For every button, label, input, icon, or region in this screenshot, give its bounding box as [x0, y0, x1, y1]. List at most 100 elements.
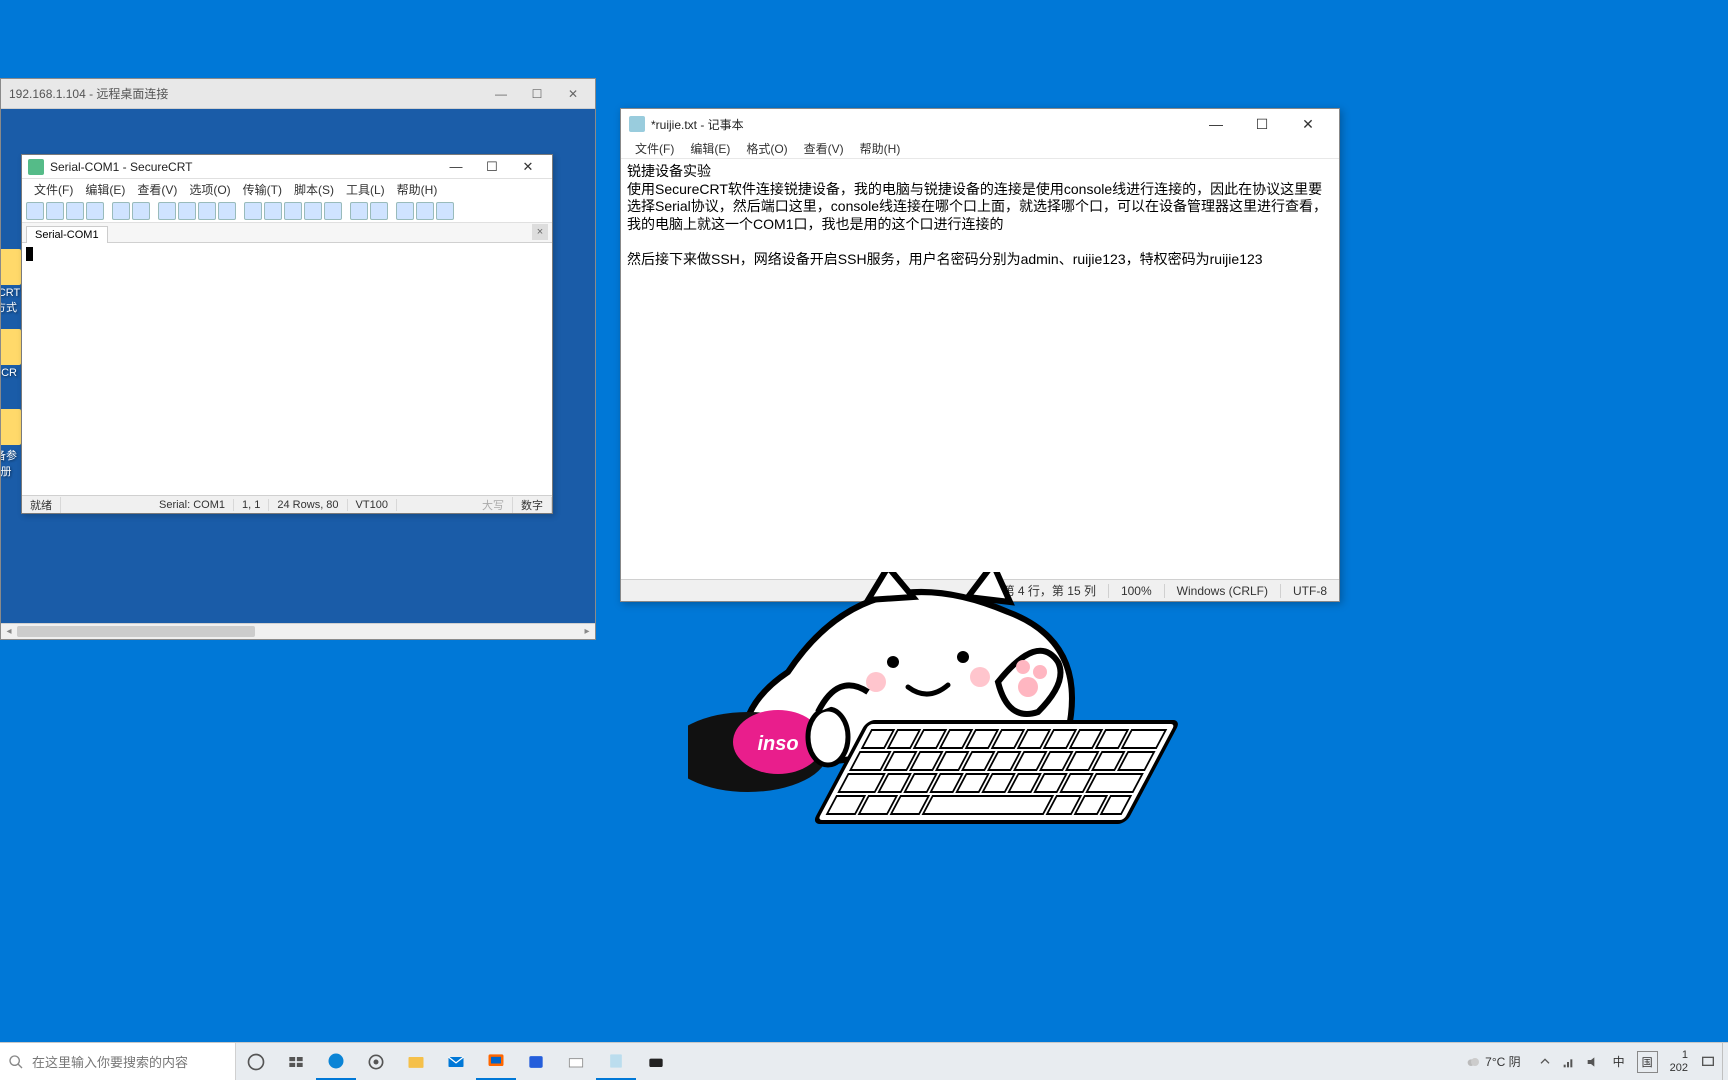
search-placeholder: 在这里输入你要搜索的内容: [32, 1052, 188, 1071]
toolbar-icon[interactable]: [324, 202, 342, 220]
show-desktop-button[interactable]: [1722, 1043, 1728, 1080]
ime-language[interactable]: 中: [1609, 1051, 1629, 1072]
menu-tools[interactable]: 工具(L): [340, 181, 391, 198]
volume-icon[interactable]: [1585, 1054, 1601, 1070]
minimize-button[interactable]: —: [438, 156, 474, 178]
menu-script[interactable]: 脚本(S): [288, 181, 340, 198]
notepad-text-area[interactable]: 锐捷设备实验 使用SecureCRT软件连接锐捷设备，我的电脑与锐捷设备的连接是…: [625, 161, 1335, 579]
status-zoom: 100%: [1108, 584, 1164, 598]
taskbar-app-mail[interactable]: [436, 1043, 476, 1080]
session-tab[interactable]: Serial-COM1: [26, 226, 108, 243]
scroll-thumb[interactable]: [17, 626, 255, 637]
task-view-button[interactable]: [236, 1043, 276, 1080]
close-button[interactable]: ✕: [555, 81, 591, 107]
status-encoding: UTF-8: [1280, 584, 1339, 598]
menu-edit[interactable]: 编辑(E): [79, 181, 131, 198]
securecrt-menubar[interactable]: 文件(F) 编辑(E) 查看(V) 选项(O) 传输(T) 脚本(S) 工具(L…: [22, 179, 552, 199]
terminal-area[interactable]: [24, 245, 550, 495]
tab-close-icon[interactable]: ×: [532, 224, 548, 240]
menu-options[interactable]: 选项(O): [183, 181, 236, 198]
securecrt-toolbar: [22, 199, 552, 223]
toolbar-icon[interactable]: [244, 202, 262, 220]
toolbar-icon[interactable]: [66, 202, 84, 220]
horizontal-scrollbar[interactable]: ◂ ▸: [1, 623, 595, 639]
status-connection: Serial: COM1: [151, 499, 234, 511]
status-num: 数字: [513, 497, 552, 513]
securecrt-window[interactable]: Serial-COM1 - SecureCRT — ☐ ✕ 文件(F) 编辑(E…: [21, 154, 553, 514]
taskbar[interactable]: 在这里输入你要搜索的内容 7°C 阴 中 国 1 202: [0, 1042, 1728, 1080]
notepad-icon: [629, 116, 645, 132]
toolbar-icon[interactable]: [284, 202, 302, 220]
securecrt-title: Serial-COM1 - SecureCRT: [50, 160, 438, 174]
toolbar-icon[interactable]: [416, 202, 434, 220]
menu-help[interactable]: 帮助(H): [852, 140, 909, 157]
menu-format[interactable]: 格式(O): [738, 140, 795, 157]
taskbar-app-bongocat[interactable]: [636, 1043, 676, 1080]
taskbar-search[interactable]: 在这里输入你要搜索的内容: [0, 1043, 236, 1080]
securecrt-titlebar[interactable]: Serial-COM1 - SecureCRT — ☐ ✕: [22, 155, 552, 179]
toolbar-icon[interactable]: [46, 202, 64, 220]
notifications-icon[interactable]: [1700, 1054, 1716, 1070]
system-tray[interactable]: 7°C 阴 中 国 1 202: [1459, 1043, 1722, 1080]
minimize-button[interactable]: —: [483, 81, 519, 107]
status-ready: 就绪: [22, 497, 61, 513]
network-icon[interactable]: [1561, 1054, 1577, 1070]
notepad-window[interactable]: *ruijie.txt - 记事本 — ☐ ✕ 文件(F) 编辑(E) 格式(O…: [620, 108, 1340, 602]
menu-edit[interactable]: 编辑(E): [682, 140, 738, 157]
toolbar-icon[interactable]: [158, 202, 176, 220]
menu-transfer[interactable]: 传输(T): [237, 181, 288, 198]
taskbar-app-edge[interactable]: [316, 1043, 356, 1080]
menu-help[interactable]: 帮助(H): [391, 181, 444, 198]
securecrt-statusbar: 就绪 Serial: COM1 1, 1 24 Rows, 80 VT100 大…: [22, 495, 552, 513]
maximize-button[interactable]: ☐: [474, 156, 510, 178]
shortcut-icon: [1, 249, 21, 285]
status-eol: Windows (CRLF): [1164, 584, 1280, 598]
toolbar-icon[interactable]: [396, 202, 414, 220]
minimize-button[interactable]: —: [1193, 110, 1239, 138]
status-emulation: VT100: [348, 499, 397, 511]
securecrt-icon: [28, 159, 44, 175]
tray-weather[interactable]: 7°C 阴: [1465, 1053, 1528, 1070]
toolbar-icon[interactable]: [350, 202, 368, 220]
taskbar-app-music[interactable]: [556, 1043, 596, 1080]
scroll-left-icon[interactable]: ◂: [1, 624, 17, 640]
chevron-up-icon[interactable]: [1537, 1054, 1553, 1070]
notepad-menubar[interactable]: 文件(F) 编辑(E) 格式(O) 查看(V) 帮助(H): [621, 139, 1339, 159]
bongo-cat-overlay: inso: [688, 572, 1188, 832]
securecrt-tabbar: Serial-COM1 ×: [22, 223, 552, 243]
cortana-button[interactable]: [276, 1043, 316, 1080]
clock-time: 1: [1670, 1049, 1688, 1061]
menu-file[interactable]: 文件(F): [627, 140, 682, 157]
toolbar-icon[interactable]: [198, 202, 216, 220]
rdp-titlebar[interactable]: 192.168.1.104 - 远程桌面连接 — ☐ ✕: [1, 79, 595, 109]
toolbar-icon[interactable]: [304, 202, 322, 220]
close-button[interactable]: ✕: [510, 156, 546, 178]
notepad-statusbar: 第 4 行，第 15 列 100% Windows (CRLF) UTF-8: [621, 579, 1339, 601]
toolbar-icon[interactable]: [218, 202, 236, 220]
toolbar-icon[interactable]: [86, 202, 104, 220]
menu-file[interactable]: 文件(F): [28, 181, 79, 198]
taskbar-app-generic[interactable]: [516, 1043, 556, 1080]
maximize-button[interactable]: ☐: [1239, 110, 1285, 138]
taskbar-app-vmware[interactable]: [476, 1043, 516, 1080]
toolbar-icon[interactable]: [178, 202, 196, 220]
menu-view[interactable]: 查看(V): [131, 181, 183, 198]
taskbar-app-settings[interactable]: [356, 1043, 396, 1080]
status-cursor-pos: 1, 1: [234, 499, 269, 511]
menu-view[interactable]: 查看(V): [796, 140, 852, 157]
tray-clock[interactable]: 1 202: [1666, 1049, 1692, 1073]
scroll-right-icon[interactable]: ▸: [579, 624, 595, 640]
taskbar-app-notepad[interactable]: [596, 1043, 636, 1080]
toolbar-icon[interactable]: [26, 202, 44, 220]
toolbar-icon[interactable]: [112, 202, 130, 220]
toolbar-icon[interactable]: [132, 202, 150, 220]
taskbar-app-explorer[interactable]: [396, 1043, 436, 1080]
close-button[interactable]: ✕: [1285, 110, 1331, 138]
toolbar-icon[interactable]: [370, 202, 388, 220]
ime-keyboard[interactable]: 国: [1637, 1051, 1658, 1073]
status-cursor-pos: 第 4 行，第 15 列: [990, 582, 1108, 599]
toolbar-icon[interactable]: [436, 202, 454, 220]
toolbar-icon[interactable]: [264, 202, 282, 220]
maximize-button[interactable]: ☐: [519, 81, 555, 107]
notepad-titlebar[interactable]: *ruijie.txt - 记事本 — ☐ ✕: [621, 109, 1339, 139]
